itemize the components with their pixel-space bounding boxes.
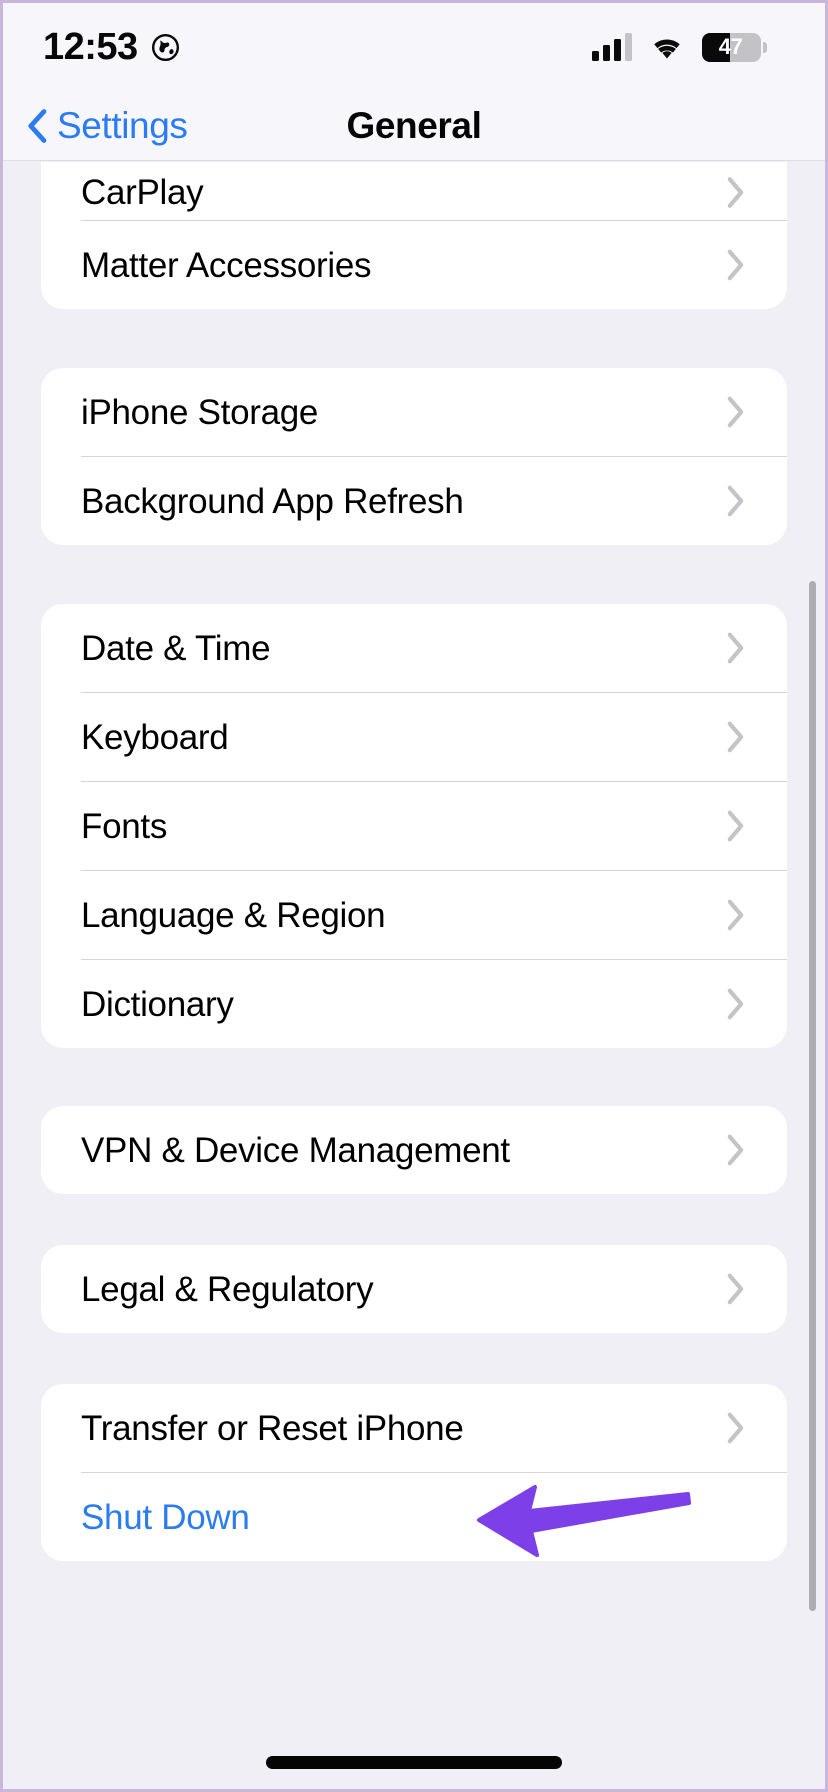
chevron-right-icon: [727, 485, 744, 517]
globe-icon: [151, 33, 180, 62]
list-item-label: Keyboard: [81, 717, 229, 757]
battery-icon: 47: [702, 32, 767, 62]
back-button-label: Settings: [57, 105, 188, 146]
list-item-label: Date & Time: [81, 628, 271, 668]
chevron-right-icon: [727, 988, 744, 1020]
list-item-label: iPhone Storage: [81, 392, 319, 432]
list-item-iphone-storage[interactable]: iPhone Storage: [41, 368, 787, 456]
chevron-right-icon: [727, 1412, 744, 1444]
chevron-right-icon: [727, 810, 744, 842]
settings-group: iPhone Storage Background App Refresh: [41, 368, 787, 545]
status-bar-right: 47: [592, 32, 767, 62]
vertical-scrollbar[interactable]: [809, 581, 816, 1611]
settings-list[interactable]: CarPlay Matter Accessories iPhone Storag…: [3, 162, 825, 1789]
settings-group: Date & Time Keyboard Fonts Language & Re…: [41, 604, 787, 1048]
list-item-label: Background App Refresh: [81, 481, 464, 521]
list-item-language-region[interactable]: Language & Region: [41, 871, 787, 959]
chevron-right-icon: [727, 721, 744, 753]
chevron-right-icon: [727, 632, 744, 664]
chevron-right-icon: [727, 1273, 744, 1305]
status-bar-clock: 12:53: [43, 26, 138, 68]
list-item-label: Matter Accessories: [81, 245, 372, 285]
chevron-right-icon: [727, 249, 744, 281]
list-item-legal-regulatory[interactable]: Legal & Regulatory: [41, 1245, 787, 1333]
wifi-icon: [649, 34, 685, 61]
home-indicator: [266, 1756, 562, 1769]
chevron-right-icon: [727, 899, 744, 931]
chevron-right-icon: [727, 396, 744, 428]
list-item-label: Dictionary: [81, 984, 234, 1024]
list-item-label: Shut Down: [81, 1497, 250, 1537]
list-item-label: VPN & Device Management: [81, 1130, 510, 1170]
chevron-right-icon: [727, 177, 744, 208]
chevron-right-icon: [727, 1134, 744, 1166]
list-item-keyboard[interactable]: Keyboard: [41, 693, 787, 781]
status-bar-left: 12:53: [43, 28, 180, 66]
iphone-screen: 12:53 47 Settings General CarPlay Matter…: [0, 0, 828, 1792]
status-bar: 12:53 47: [3, 3, 825, 91]
list-item-vpn-device-management[interactable]: VPN & Device Management: [41, 1106, 787, 1194]
chevron-left-icon: [27, 108, 47, 143]
list-item-shut-down[interactable]: Shut Down: [41, 1473, 787, 1561]
list-item-date-time[interactable]: Date & Time: [41, 604, 787, 692]
list-item-background-app-refresh[interactable]: Background App Refresh: [41, 457, 787, 545]
list-item-label: CarPlay: [81, 173, 204, 212]
cellular-signal-icon: [592, 33, 632, 61]
settings-group: VPN & Device Management: [41, 1106, 787, 1194]
back-button[interactable]: Settings: [27, 107, 188, 144]
list-item-matter-accessories[interactable]: Matter Accessories: [41, 221, 787, 309]
list-item-carplay[interactable]: CarPlay: [41, 162, 787, 220]
list-item-label: Transfer or Reset iPhone: [81, 1408, 464, 1448]
list-item-fonts[interactable]: Fonts: [41, 782, 787, 870]
navigation-bar: Settings General: [3, 91, 825, 161]
list-item-transfer-or-reset-iphone[interactable]: Transfer or Reset iPhone: [41, 1384, 787, 1472]
list-item-label: Language & Region: [81, 895, 386, 935]
list-item-label: Legal & Regulatory: [81, 1269, 374, 1309]
battery-percent-label: 47: [718, 34, 743, 59]
settings-group: Transfer or Reset iPhone Shut Down: [41, 1384, 787, 1561]
list-item-label: Fonts: [81, 806, 168, 846]
settings-group: CarPlay Matter Accessories: [41, 162, 787, 309]
settings-group: Legal & Regulatory: [41, 1245, 787, 1333]
list-item-dictionary[interactable]: Dictionary: [41, 960, 787, 1048]
